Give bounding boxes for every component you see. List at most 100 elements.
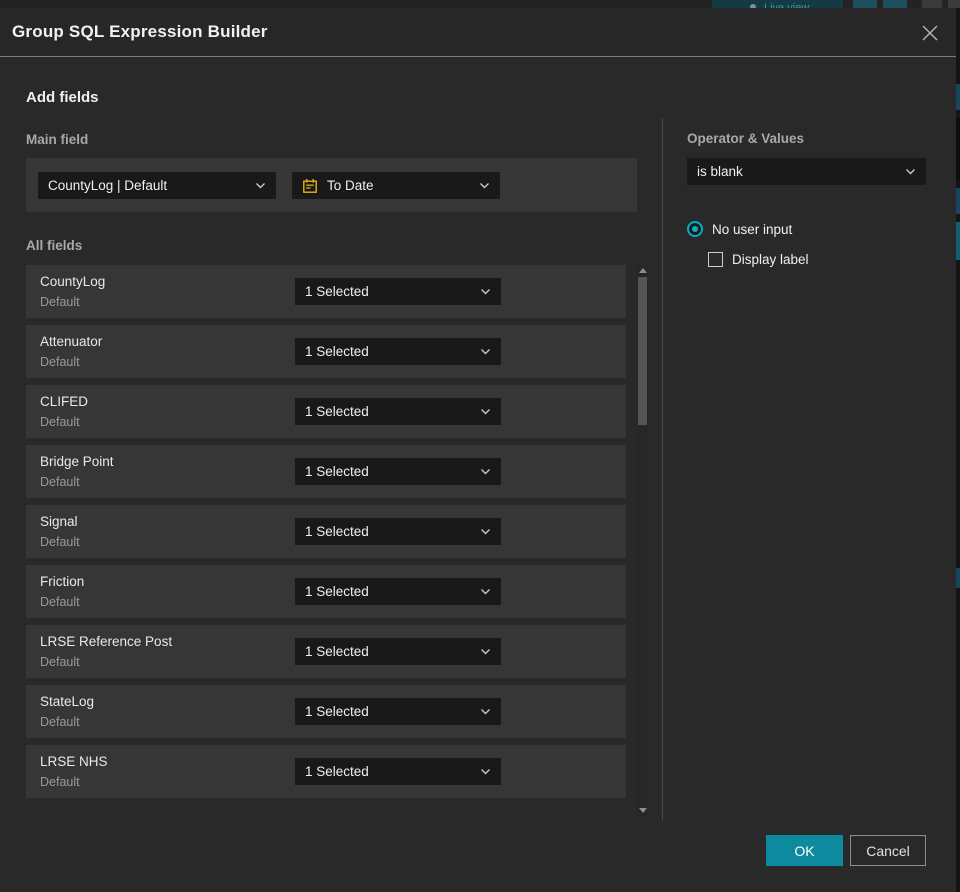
- field-name: LRSE NHS: [40, 754, 108, 769]
- scrollbar[interactable]: [637, 265, 648, 816]
- screen: Live view Group SQL Expression Builder A…: [0, 0, 960, 892]
- field-selection-select[interactable]: 1 Selected: [295, 398, 501, 425]
- cancel-button[interactable]: Cancel: [850, 835, 926, 866]
- operator-values-heading: Operator & Values: [687, 131, 805, 146]
- dialog-title: Group SQL Expression Builder: [12, 22, 268, 41]
- background-panel-sliver: [956, 84, 960, 110]
- field-name: CountyLog: [40, 274, 106, 289]
- field-selection-value: 1 Selected: [305, 704, 369, 719]
- chevron-down-icon: [481, 469, 490, 475]
- chevron-down-icon: [256, 183, 265, 189]
- field-selection-select[interactable]: 1 Selected: [295, 578, 501, 605]
- field-selection-select[interactable]: 1 Selected: [295, 458, 501, 485]
- main-field-date-value: To Date: [327, 178, 374, 193]
- field-row: Bridge Point Default 1 Selected: [26, 445, 626, 498]
- chevron-down-icon: [481, 529, 490, 535]
- checkbox-unchecked-icon: [708, 252, 723, 267]
- field-selection-select[interactable]: 1 Selected: [295, 338, 501, 365]
- operator-select[interactable]: is blank: [687, 158, 926, 185]
- field-name: Signal: [40, 514, 78, 529]
- field-selection-select[interactable]: 1 Selected: [295, 518, 501, 545]
- main-field-source-value: CountyLog | Default: [48, 178, 168, 193]
- field-selection-value: 1 Selected: [305, 584, 369, 599]
- dialog-title-bar: Group SQL Expression Builder: [0, 8, 956, 57]
- field-subtitle: Default: [40, 775, 80, 789]
- chevron-down-icon: [481, 289, 490, 295]
- background-toolbar-strip: Live view: [0, 0, 960, 8]
- field-subtitle: Default: [40, 415, 80, 429]
- background-right-edge: [956, 8, 960, 892]
- all-fields-label: All fields: [26, 238, 83, 253]
- field-row: Friction Default 1 Selected: [26, 565, 626, 618]
- field-name: LRSE Reference Post: [40, 634, 173, 649]
- background-toolbar-segment: [853, 0, 877, 8]
- group-sql-expression-builder-dialog: Group SQL Expression Builder Add fields …: [0, 8, 956, 892]
- field-subtitle: Default: [40, 595, 80, 609]
- no-user-input-radio[interactable]: No user input: [687, 221, 792, 237]
- field-row: LRSE Reference Post Default 1 Selected: [26, 625, 626, 678]
- background-panel-sliver: [956, 188, 960, 214]
- field-subtitle: Default: [40, 655, 80, 669]
- calendar-icon: [302, 178, 318, 194]
- field-name: Friction: [40, 574, 85, 589]
- background-panel-sliver: [956, 222, 960, 260]
- field-selection-value: 1 Selected: [305, 764, 369, 779]
- display-label-text[interactable]: Display label: [732, 252, 809, 267]
- main-field-label: Main field: [26, 132, 89, 147]
- operator-value: is blank: [697, 164, 743, 179]
- field-selection-select[interactable]: 1 Selected: [295, 278, 501, 305]
- chevron-down-icon: [481, 409, 490, 415]
- chevron-down-icon: [481, 769, 490, 775]
- field-name: Bridge Point: [40, 454, 114, 469]
- field-name: CLIFED: [40, 394, 89, 409]
- section-divider: [662, 118, 663, 820]
- field-selection-value: 1 Selected: [305, 284, 369, 299]
- field-row: CountyLog Default 1 Selected: [26, 265, 626, 318]
- field-selection-value: 1 Selected: [305, 524, 369, 539]
- main-field-date-select[interactable]: To Date: [292, 172, 500, 199]
- chevron-down-icon: [481, 349, 490, 355]
- live-view-badge: Live view: [712, 0, 843, 8]
- field-row: LRSE NHS Default 1 Selected: [26, 745, 626, 798]
- main-field-container: CountyLog | Default To Date: [26, 158, 637, 212]
- field-row: StateLog Default 1 Selected: [26, 685, 626, 738]
- display-label-checkbox[interactable]: Display label: [708, 252, 809, 267]
- field-selection-select[interactable]: 1 Selected: [295, 758, 501, 785]
- background-panel-sliver: [956, 568, 960, 588]
- field-row: CLIFED Default 1 Selected: [26, 385, 626, 438]
- field-selection-value: 1 Selected: [305, 644, 369, 659]
- scroll-up-button[interactable]: [639, 268, 647, 273]
- field-selection-value: 1 Selected: [305, 464, 369, 479]
- field-selection-value: 1 Selected: [305, 404, 369, 419]
- scroll-down-button[interactable]: [639, 808, 647, 813]
- chevron-down-icon: [481, 649, 490, 655]
- background-toolbar-segment: [922, 0, 942, 8]
- field-row: Signal Default 1 Selected: [26, 505, 626, 558]
- scrollbar-thumb[interactable]: [638, 277, 647, 425]
- close-button[interactable]: [917, 20, 943, 46]
- field-name: Attenuator: [40, 334, 103, 349]
- field-subtitle: Default: [40, 715, 80, 729]
- field-selection-select[interactable]: 1 Selected: [295, 638, 501, 665]
- all-fields-list: CountyLog Default 1 Selected Attenuator …: [26, 265, 626, 805]
- field-selection-select[interactable]: 1 Selected: [295, 698, 501, 725]
- field-subtitle: Default: [40, 295, 80, 309]
- background-toolbar-segment: [948, 0, 960, 8]
- radio-selected-icon: [687, 221, 703, 237]
- no-user-input-label[interactable]: No user input: [712, 222, 792, 237]
- main-field-source-select[interactable]: CountyLog | Default: [38, 172, 276, 199]
- chevron-down-icon: [480, 183, 489, 189]
- chevron-down-icon: [481, 709, 490, 715]
- field-subtitle: Default: [40, 535, 80, 549]
- field-subtitle: Default: [40, 355, 80, 369]
- close-icon: [922, 25, 938, 41]
- field-row: Attenuator Default 1 Selected: [26, 325, 626, 378]
- ok-button[interactable]: OK: [766, 835, 843, 866]
- field-selection-value: 1 Selected: [305, 344, 369, 359]
- background-panel-sliver: [956, 118, 960, 180]
- chevron-down-icon: [906, 169, 915, 175]
- add-fields-heading: Add fields: [26, 89, 99, 106]
- field-subtitle: Default: [40, 475, 80, 489]
- chevron-down-icon: [481, 589, 490, 595]
- background-toolbar-segment: [883, 0, 907, 8]
